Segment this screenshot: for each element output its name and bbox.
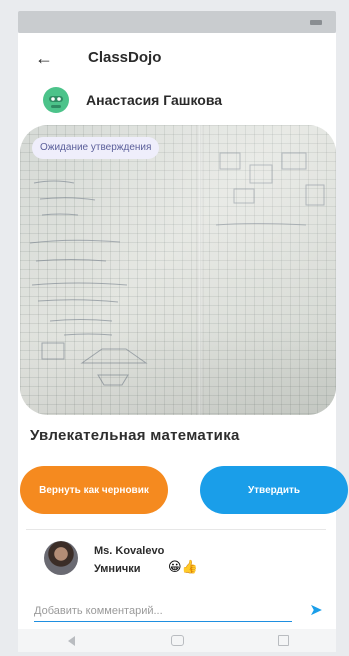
status-badge: Ожидание утверждения <box>32 137 160 159</box>
post-title: Увлекательная математика <box>30 427 240 444</box>
comment-emojis: 😀👍 <box>168 559 198 574</box>
student-header: Анастасия Гашкова <box>18 83 336 117</box>
divider <box>26 529 326 530</box>
nav-home-button[interactable] <box>166 634 188 648</box>
battery-icon <box>310 19 322 25</box>
nav-recent-icon <box>277 635 289 646</box>
app-title: ClassDojo <box>88 49 162 66</box>
status-bar <box>18 11 336 33</box>
system-nav-bar <box>18 629 336 652</box>
send-icon: ➤ <box>309 602 323 619</box>
avatar <box>44 541 78 575</box>
nav-back-button[interactable] <box>60 634 82 648</box>
send-button[interactable]: ➤ <box>304 600 328 622</box>
back-button[interactable]: ← <box>32 47 56 69</box>
status-right <box>305 19 322 25</box>
app-screen: ← ClassDojo Анастасия Гашкова Ожидание у… <box>18 33 348 652</box>
return-draft-button[interactable]: Вернуть как черновик <box>20 466 168 514</box>
comment-text: Умнички <box>94 563 141 575</box>
comment-input[interactable] <box>34 601 292 622</box>
nav-back-icon <box>67 635 75 646</box>
arrow-left-icon: ← <box>35 48 53 68</box>
comment-input-row: ➤ <box>18 599 336 625</box>
approve-button[interactable]: Утвердить <box>200 466 348 514</box>
nav-recent-button[interactable] <box>272 634 294 648</box>
top-bar: ← ClassDojo <box>18 43 336 73</box>
nav-home-icon <box>170 635 184 646</box>
comment-item: Ms. Kovalevo Умнички 😀👍 <box>18 537 336 597</box>
photo-shade <box>20 125 336 415</box>
post-photo[interactable]: Ожидание утверждения <box>20 125 336 415</box>
monster-avatar-icon <box>43 87 69 113</box>
comment-author: Ms. Kovalevo <box>94 545 165 557</box>
student-name: Анастасия Гашкова <box>86 92 223 108</box>
